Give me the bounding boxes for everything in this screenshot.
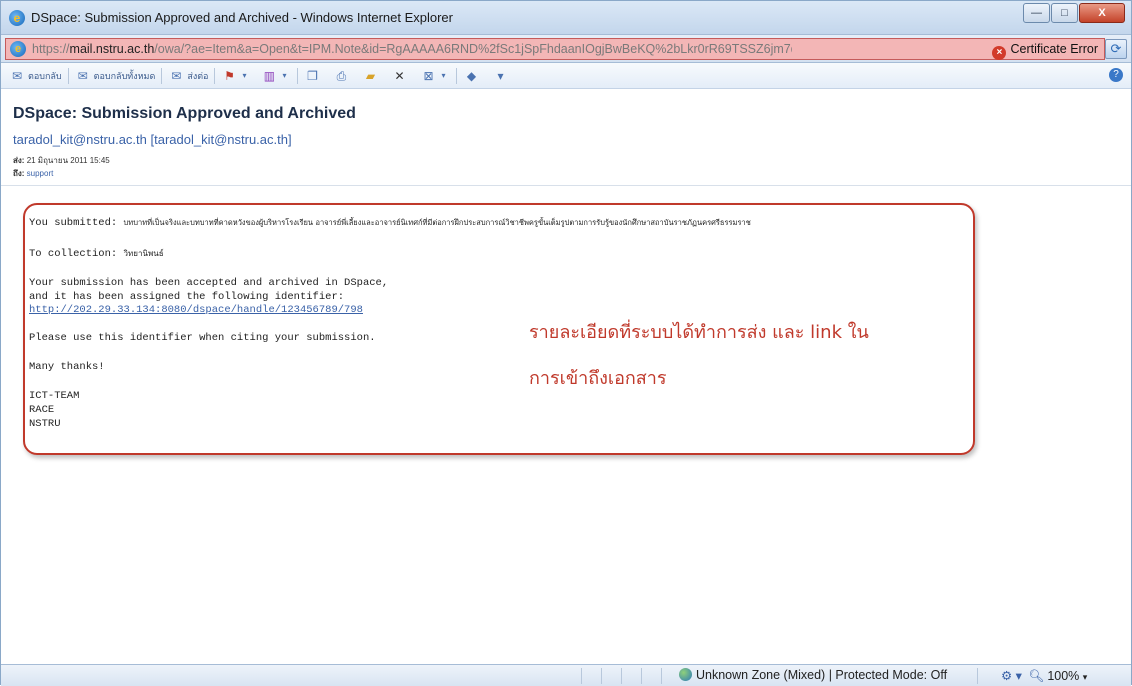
status-divider	[621, 668, 622, 684]
categories-icon: ▥	[263, 68, 276, 83]
categorize-button[interactable]: ▥ ▾	[261, 69, 291, 83]
citing-line: Please use this identifier when citing y…	[29, 332, 376, 344]
delete-icon: ✕	[394, 68, 405, 83]
copy-button[interactable]: ❐	[304, 69, 323, 83]
junk-button[interactable]: ⊠ ▾	[420, 69, 450, 83]
signature-line-2: RACE	[29, 404, 55, 416]
toolbar-divider	[161, 67, 163, 84]
zoom-icon: 🔍︎	[1028, 669, 1045, 683]
close-button[interactable]: X	[1079, 3, 1125, 23]
certificate-error-icon: ×	[992, 46, 1007, 60]
signature-line-1: ICT-TEAM	[29, 390, 80, 402]
signature-line-3: NSTRU	[29, 418, 61, 430]
maximize-button[interactable]: □	[1051, 3, 1078, 23]
move-button[interactable]: ▰	[362, 69, 381, 83]
toolbar-divider	[297, 67, 299, 84]
header-divider	[1, 185, 1131, 186]
assigned-line: and it has been assigned the following i…	[29, 291, 345, 303]
message-sender[interactable]: taradol_kit@nstru.ac.th [taradol_kit@nst…	[13, 132, 292, 147]
reply-all-icon: ✉	[77, 68, 88, 83]
window-controls: — □ X	[1022, 3, 1125, 23]
junk-icon: ⊠	[423, 68, 434, 83]
reply-button[interactable]: ✉ ตอบกลับ	[9, 69, 62, 83]
folder-icon: ▰	[365, 68, 376, 83]
reply-icon: ✉	[11, 68, 23, 83]
annotation-line-1: รายละเอียดที่ระบบได้ทำการส่ง และ link ใน	[529, 322, 869, 343]
status-bar: Unknown Zone (Mixed) | Protected Mode: O…	[1, 664, 1131, 686]
identifier-link[interactable]: http://202.29.33.134:8080/dspace/handle/…	[29, 304, 363, 316]
sent-label: ส่ง:	[13, 156, 25, 165]
reply-all-button[interactable]: ✉ ตอบกลับทั้งหมด	[75, 69, 156, 83]
copy-icon: ❐	[307, 68, 318, 83]
help-icon[interactable]: ?	[1109, 68, 1123, 82]
forward-button[interactable]: ✉ ส่งต่อ	[168, 69, 208, 83]
down-arrow-icon: ▾	[497, 68, 504, 83]
internet-explorer-icon: e	[9, 10, 25, 26]
toolbar-divider	[67, 67, 69, 84]
title-bar: e DSpace: Submission Approved and Archiv…	[1, 1, 1131, 35]
compatibility-view-button[interactable]: ⟳	[1105, 39, 1127, 59]
address-url: https://mail.nstru.ac.th/owa/?ae=Item&a=…	[32, 42, 792, 56]
print-button[interactable]: ⎙	[333, 69, 352, 83]
up-arrow-icon: ◆	[466, 68, 477, 83]
minimize-button[interactable]: —	[1023, 3, 1050, 23]
accepted-line: Your submission has been accepted and ar…	[29, 277, 389, 289]
page-settings-icon: ⚙ ▾	[1001, 669, 1022, 683]
chevron-down-icon: ▾	[441, 70, 446, 80]
flag-button[interactable]: ⚑ ▾	[221, 69, 251, 83]
message-subject: DSpace: Submission Approved and Archived	[13, 105, 356, 122]
flag-icon: ⚑	[224, 68, 235, 83]
thanks-line: Many thanks!	[29, 361, 105, 373]
collection-line: To collection: วิทยานิพนธ์	[29, 248, 164, 260]
next-item-button[interactable]: ▾	[492, 69, 511, 83]
print-icon: ⎙	[336, 68, 347, 83]
to-value[interactable]: support	[27, 169, 54, 178]
window-title: DSpace: Submission Approved and Archived…	[31, 10, 453, 25]
status-divider	[641, 668, 642, 684]
security-zone[interactable]: Unknown Zone (Mixed) | Protected Mode: O…	[679, 668, 947, 682]
collection-value: วิทยานิพนธ์	[123, 249, 164, 258]
browser-window: e DSpace: Submission Approved and Archiv…	[0, 0, 1132, 686]
previous-item-button[interactable]: ◆	[463, 69, 482, 83]
certificate-error-button[interactable]: × Certificate Error	[992, 42, 1098, 60]
status-divider	[601, 668, 602, 684]
message-meta: ส่ง: 21 มิถุนายน 2011 15:45 ถึง: support	[13, 154, 110, 180]
address-bar: e https://mail.nstru.ac.th/owa/?ae=Item&…	[1, 35, 1131, 63]
toolbar-divider	[456, 67, 458, 84]
delete-button[interactable]: ✕	[391, 69, 410, 83]
forward-icon: ✉	[171, 68, 182, 83]
page-icon: e	[10, 41, 26, 57]
globe-icon	[679, 668, 692, 681]
status-divider	[661, 668, 662, 684]
chevron-down-icon: ▾	[242, 70, 247, 80]
annotation-line-2: การเข้าถึงเอกสาร	[529, 368, 667, 389]
zoom-control[interactable]: ⚙ ▾ 🔍︎ 100% ▾	[1001, 668, 1087, 684]
address-input[interactable]: e https://mail.nstru.ac.th/owa/?ae=Item&…	[5, 38, 1105, 60]
mail-toolbar: ✉ ตอบกลับ ✉ ตอบกลับทั้งหมด ✉ ส่งต่อ ⚑ ▾ ▥…	[1, 63, 1131, 89]
chevron-down-icon: ▾	[1082, 672, 1088, 682]
chevron-down-icon: ▾	[282, 70, 287, 80]
toolbar-divider	[214, 67, 216, 84]
sent-value: 21 มิถุนายน 2011 15:45	[26, 156, 110, 165]
to-label: ถึง:	[13, 169, 25, 178]
submitted-line: You submitted: บทบาทที่เป็นจริงและบทบาทท…	[29, 217, 751, 229]
status-divider	[581, 668, 582, 684]
status-divider	[977, 668, 978, 684]
submission-title: บทบาทที่เป็นจริงและบทบาทที่คาดหวังของผู้…	[123, 218, 751, 227]
